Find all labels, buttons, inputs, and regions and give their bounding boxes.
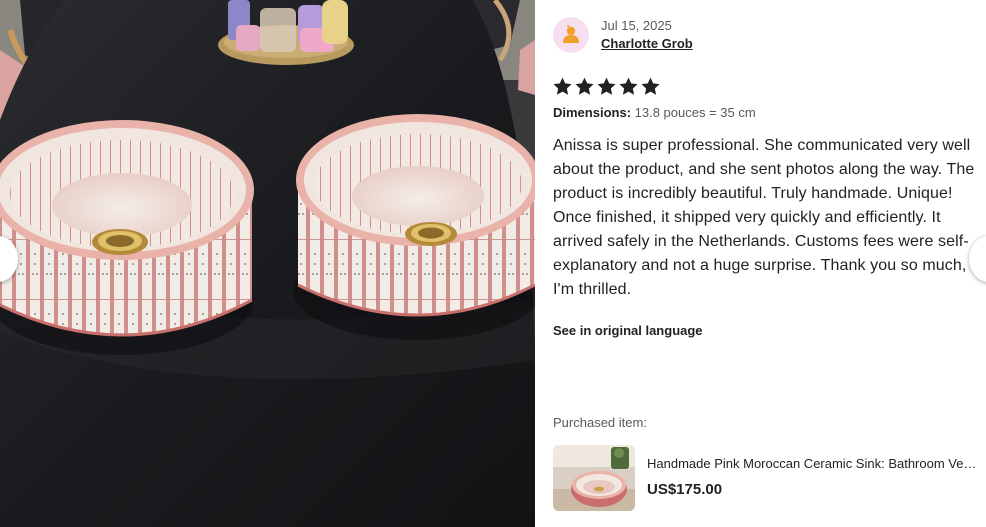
star-rating xyxy=(552,76,661,97)
review-modal: Jul 15, 2025 Charlotte Grob Dimensions: … xyxy=(0,0,986,527)
review-details: Jul 15, 2025 Charlotte Grob Dimensions: … xyxy=(535,0,986,527)
star-icon xyxy=(575,77,594,95)
product-thumbnail-image xyxy=(553,445,635,511)
dimensions-value: 13.8 pouces = 35 cm xyxy=(634,105,756,120)
review-date: Jul 15, 2025 xyxy=(601,18,672,33)
reviewer-name-link[interactable]: Charlotte Grob xyxy=(601,36,693,52)
product-thumbnail[interactable] xyxy=(553,445,635,511)
star-icon xyxy=(641,77,660,95)
dimensions-label: Dimensions: xyxy=(553,105,632,120)
star-icon xyxy=(597,77,616,95)
review-text: Anissa is super professional. She commun… xyxy=(553,137,975,298)
product-price: US$175.00 xyxy=(647,481,723,498)
purchased-item-card[interactable]: Handmade Pink Moroccan Ceramic Sink: Bat… xyxy=(553,445,986,511)
review-photo xyxy=(0,0,535,527)
star-icon xyxy=(619,77,638,95)
avatar[interactable] xyxy=(553,17,589,53)
product-title-link[interactable]: Handmade Pink Moroccan Ceramic Sink: Bat… xyxy=(647,456,978,472)
purchased-item-label: Purchased item: xyxy=(553,415,647,430)
review-photo-image xyxy=(0,0,535,527)
see-original-language-link[interactable]: See in original language xyxy=(553,323,703,339)
star-icon xyxy=(553,77,572,95)
user-avatar-icon xyxy=(563,24,579,43)
variation-dimensions: Dimensions: 13.8 pouces = 35 cm xyxy=(553,105,756,121)
